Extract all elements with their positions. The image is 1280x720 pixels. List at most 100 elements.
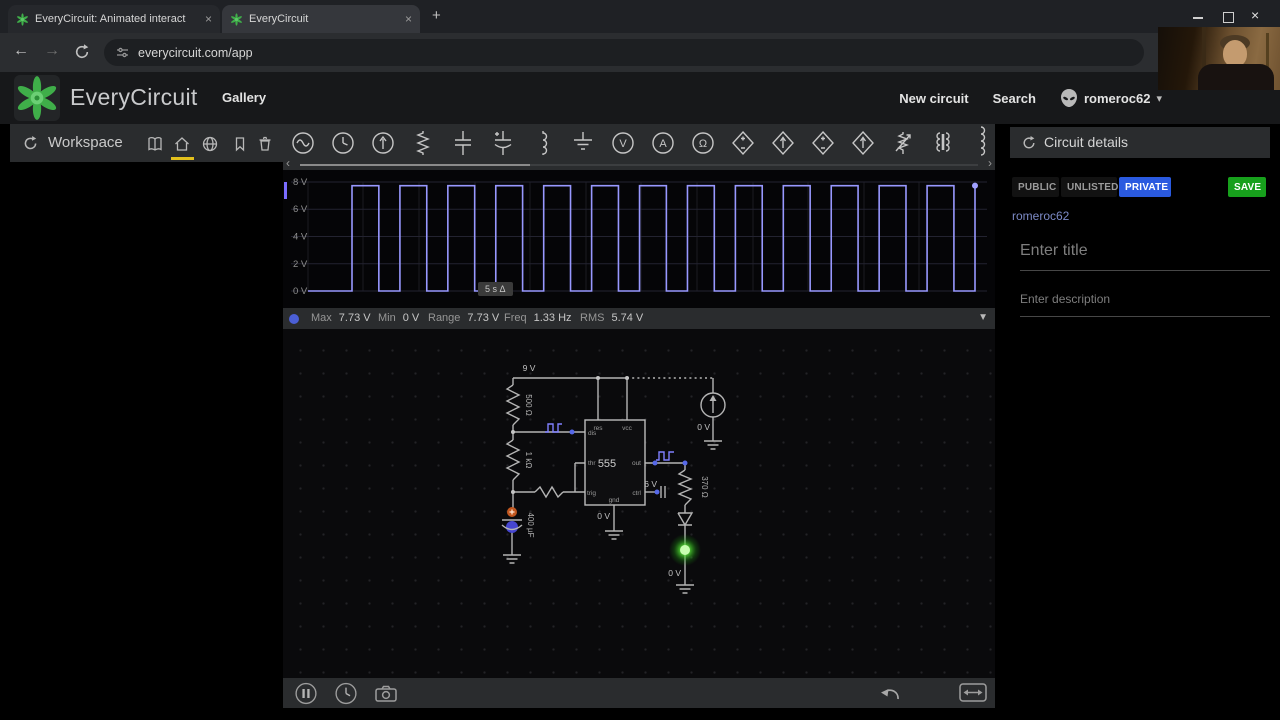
app-logo[interactable] — [14, 75, 60, 121]
scroll-right-icon[interactable]: › — [988, 156, 992, 170]
stat-freq: Freq 1.33 Hz — [504, 312, 572, 324]
circuit-canvas[interactable]: 500 Ω 1 kΩ 400 µF res vcc dis thr trig o… — [283, 329, 995, 678]
library-book-icon[interactable] — [146, 135, 164, 153]
window-close-button[interactable]: × — [1251, 7, 1259, 23]
svg-text:A: A — [659, 138, 667, 150]
scope-tick-6v: 6 V — [293, 204, 308, 215]
visibility-private-button[interactable]: PRIVATE — [1119, 177, 1171, 197]
circuit-diagram[interactable]: 500 Ω 1 kΩ 400 µF res vcc dis thr trig o… — [283, 329, 995, 678]
component-ccvs-icon[interactable] — [810, 128, 836, 158]
stat-rms: RMS 5.74 V — [580, 312, 644, 324]
description-input[interactable] — [1020, 288, 1270, 317]
component-inductor-large-icon[interactable] — [968, 126, 994, 156]
browser-tab-1[interactable]: EveryCircuit: Animated interact × — [8, 5, 220, 33]
save-button[interactable]: SAVE — [1228, 177, 1266, 197]
component-capacitor-icon[interactable] — [450, 128, 476, 158]
nav-gallery[interactable]: Gallery — [222, 90, 266, 105]
svg-text:500 Ω: 500 Ω — [524, 394, 533, 416]
workspace-sync-icon[interactable] — [22, 135, 39, 152]
search-button[interactable]: Search — [993, 91, 1036, 106]
simulation-toolbar — [283, 678, 995, 708]
component-ohmmeter-icon[interactable]: Ω — [690, 128, 716, 158]
screenshot-camera-button[interactable] — [375, 685, 397, 702]
oscilloscope[interactable]: 8 V 6 V 4 V 2 V 0 V 5 s Δ — [283, 170, 995, 308]
voltage-source[interactable] — [700, 392, 726, 418]
scope-tick-8v: 8 V — [293, 177, 308, 188]
svg-text:V: V — [619, 138, 627, 150]
workspace-body — [10, 162, 283, 720]
component-vcvs-icon[interactable] — [730, 128, 756, 158]
bookmark-icon[interactable] — [231, 135, 249, 153]
capacitor-c1[interactable]: 400 µF — [501, 507, 535, 538]
component-resistor-icon[interactable] — [410, 128, 436, 158]
component-ac-voltage-source-icon[interactable] — [290, 128, 316, 158]
scroll-left-icon[interactable]: ‹ — [286, 156, 290, 170]
window-minimize-button[interactable] — [1193, 17, 1203, 19]
component-toolbar-scrollbar: ‹ › — [283, 156, 995, 170]
tab-close-icon[interactable]: × — [405, 12, 412, 26]
circuit-details-header: Circuit details — [1010, 127, 1270, 158]
component-polarized-capacitor-icon[interactable] — [490, 128, 516, 158]
scrollbar-thumb[interactable] — [300, 164, 530, 166]
tab-title: EveryCircuit: Animated interact — [35, 13, 186, 25]
node-label-ctrl: 6 V — [644, 479, 657, 489]
user-menu[interactable]: romeroc62 ▾ — [1060, 88, 1162, 108]
community-globe-icon[interactable] — [201, 135, 219, 153]
author-link[interactable]: romeroc62 — [1012, 209, 1069, 223]
title-input[interactable] — [1020, 238, 1270, 271]
component-current-source-icon[interactable] — [370, 128, 396, 158]
svg-text:trig: trig — [587, 490, 596, 497]
expand-panel-button[interactable] — [959, 683, 987, 702]
time-control-button[interactable] — [331, 680, 361, 707]
new-circuit-button[interactable]: New circuit — [899, 91, 968, 106]
probe-dot — [652, 460, 658, 466]
home-icon[interactable] — [173, 135, 191, 153]
probe-waveform-out-icon[interactable] — [656, 451, 674, 461]
title-field — [1020, 238, 1270, 271]
pause-button[interactable] — [291, 680, 321, 707]
component-potentiometer-icon[interactable] — [890, 128, 916, 158]
everycircuit-favicon — [17, 12, 28, 26]
back-button[interactable]: ← — [13, 43, 29, 59]
app-title: EveryCircuit — [70, 84, 198, 110]
visibility-unlisted-button[interactable]: UNLISTED — [1061, 177, 1118, 197]
tab-close-icon[interactable]: × — [205, 12, 212, 26]
browser-tab-2-active[interactable]: EveryCircuit × — [222, 5, 420, 33]
browser-toolbar: ← → everycircuit.com/app — [0, 33, 1280, 72]
component-voltmeter-icon[interactable]: V — [610, 128, 636, 158]
resistor-r3[interactable]: 370 Ω — [677, 469, 709, 506]
new-tab-button[interactable]: + — [432, 7, 441, 24]
visibility-public-button[interactable]: PUBLIC — [1012, 177, 1059, 197]
resistor-r2[interactable]: 1 kΩ — [505, 439, 533, 481]
node-label-led: 0 V — [668, 568, 681, 578]
channel-color-dot — [289, 314, 299, 324]
time-marker-badge[interactable]: 5 s Δ — [478, 282, 513, 296]
reload-button[interactable] — [73, 43, 91, 61]
workspace-header: Workspace — [10, 124, 283, 162]
component-ammeter-icon[interactable]: A — [650, 128, 676, 158]
scope-stats-bar[interactable]: Max 7.73 V Min 0 V Range 7.73 V Freq 1.33 Hz… — [283, 308, 995, 329]
webcam-person-body — [1198, 64, 1274, 90]
details-sync-icon[interactable] — [1021, 135, 1037, 151]
site-info-icon[interactable] — [116, 46, 129, 59]
component-vccs-icon[interactable] — [770, 128, 796, 158]
led-d1[interactable] — [669, 512, 701, 566]
probe-waveform-dis-icon[interactable] — [545, 423, 562, 433]
svg-text:thr: thr — [588, 460, 596, 467]
component-ground-icon[interactable] — [570, 128, 596, 158]
component-inductor-icon[interactable] — [530, 128, 556, 158]
probe-dot — [654, 489, 660, 495]
trash-icon[interactable] — [256, 135, 274, 153]
window-maximize-button[interactable] — [1223, 12, 1234, 23]
stats-expand-icon[interactable]: ▼ — [978, 312, 988, 323]
svg-text:Ω: Ω — [699, 138, 707, 150]
component-clock-source-icon[interactable] — [330, 128, 356, 158]
ctrl-capacitor[interactable] — [660, 486, 666, 498]
component-cccs-icon[interactable] — [850, 128, 876, 158]
component-transformer-icon[interactable] — [930, 128, 956, 158]
address-bar[interactable]: everycircuit.com/app — [104, 39, 1144, 66]
forward-button[interactable]: → — [44, 43, 60, 59]
ic-555[interactable]: res vcc dis thr trig out ctrl gnd 555 — [584, 419, 646, 506]
resistor-r1[interactable]: 500 Ω — [505, 384, 533, 426]
undo-button[interactable] — [879, 686, 903, 702]
